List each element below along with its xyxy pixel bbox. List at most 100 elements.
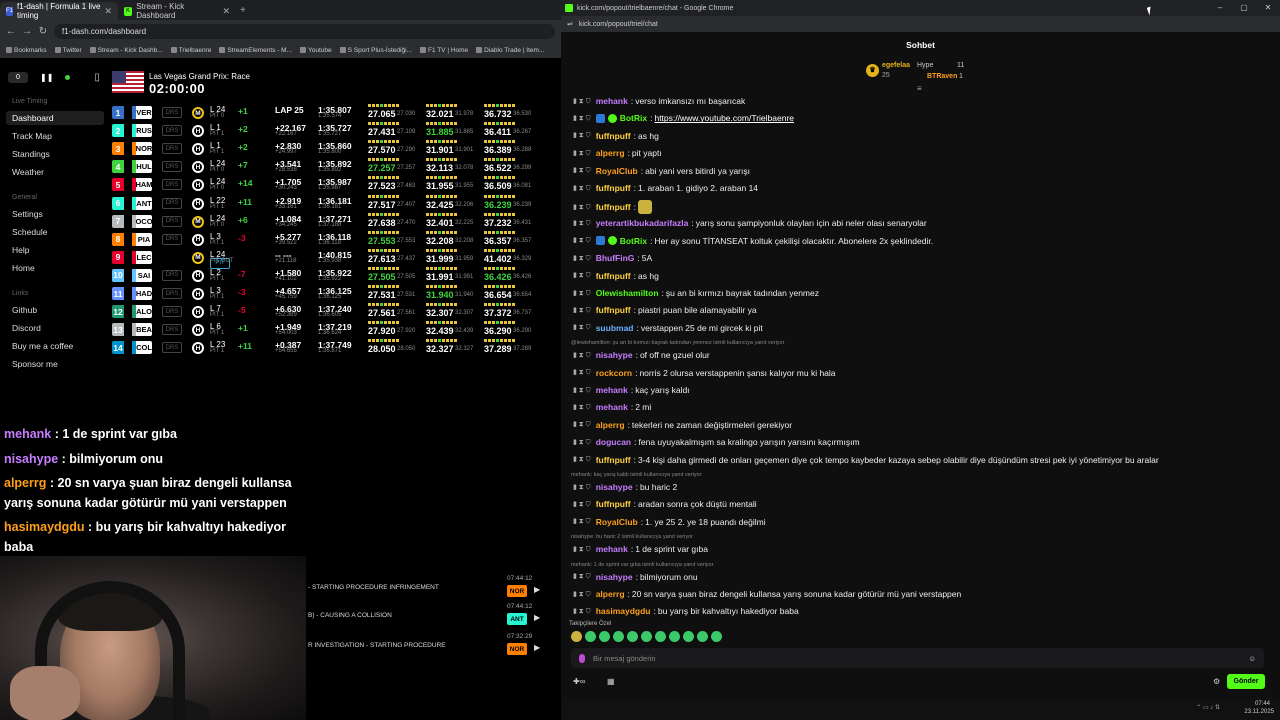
maximize-icon[interactable]: ▢ [1232,0,1256,16]
chat-username[interactable]: mehank [596,96,628,106]
chat-username[interactable]: fuffnpuff [596,183,631,193]
second-user[interactable]: BTRaven [927,73,957,80]
mod-actions-icon[interactable]: ▮ ⧗ ⛉ [573,500,591,509]
chat-message[interactable]: ▮ ⧗ ⛉ RoyalClub: abi yani vers bitirdi ya… [573,166,750,176]
sidebar-item-sponsor-me[interactable]: Sponsor me [6,357,104,371]
chat-message[interactable]: ▮ ⧗ ⛉ mehank: verso imkansızı mı başarıca… [573,96,745,106]
chat-username[interactable]: alperrg [596,589,625,599]
timing-row[interactable]: 13 BEA DRS H L 6 PIT 1 +1 +1.949 +54.003 1:37.219… [110,321,560,338]
timing-row[interactable]: 5 HAM DRS H L 24 PIT 0 +14 +1.705 +30.243 1:35.98… [110,176,560,193]
mod-actions-icon[interactable]: ▮ ⧗ ⛉ [573,323,591,332]
chat-message[interactable]: ▮ ⧗ ⛉ dogucan: fena uyuyakalmışım sa kral… [573,437,860,447]
mic-icon[interactable] [579,653,585,663]
mod-actions-icon[interactable]: ▮ ⧗ ⛉ [573,607,591,616]
chat-username[interactable]: fuffnpuff [596,271,631,281]
emote-icon[interactable] [697,631,708,642]
chat-message[interactable]: ▮ ⧗ ⛉ alperrg: 20 sn varya şuan biraz den… [573,589,961,599]
mod-actions-icon[interactable]: ▮ ⧗ ⛉ [573,131,591,140]
sidebar-toggle-icon[interactable]: ▯ [94,72,100,83]
popout-url[interactable]: kick.com/popout/triel/chat [579,21,658,28]
top-user[interactable]: egefelaa [882,62,910,69]
emote-icon[interactable] [669,631,680,642]
mod-actions-icon[interactable]: ▮ ⧗ ⛉ [573,219,591,228]
message-input[interactable]: Bir mesaj gönderin ☺ [571,648,1264,668]
back-icon[interactable]: ← [6,26,16,37]
mod-actions-icon[interactable]: ▮ ⧗ ⛉ [573,149,591,158]
chat-message[interactable]: ▮ ⧗ ⛉ BotRix: https://www.youtube.com/Tri… [573,113,794,123]
chat-username[interactable]: mehank [596,544,628,554]
chat-message[interactable]: ▮ ⧗ ⛉ BotRix: Her ay sonu TİTANSEAT koltu… [573,236,933,246]
mod-actions-icon[interactable]: ▮ ⧗ ⛉ [573,97,591,106]
chat-username[interactable]: mehank [596,402,628,412]
timing-row[interactable]: 14 COL DRS H L 23 PIT 1 +11 +0.387 +54.655 1:37.7… [110,339,560,356]
chat-username[interactable]: fuffnpuff [596,455,631,465]
timing-row[interactable]: 9 LEC PIT M L 24 PIT OUT -- --- +21.118 1:40.815… [110,248,560,269]
chat-username[interactable]: BotRix [620,236,647,246]
mod-actions-icon[interactable]: ▮ ⧗ ⛉ [573,306,591,315]
gift-icon[interactable]: ✚∞ [573,677,585,686]
mod-actions-icon[interactable]: ▮ ⧗ ⛉ [573,184,591,193]
emote-icon[interactable] [655,631,666,642]
bookmark-item[interactable]: Trielbaenre [170,47,211,54]
chat-message[interactable]: ▮ ⧗ ⛉ fuffnpuff: 3-4 kişi daha girmedi de… [573,455,1159,465]
reload-icon[interactable]: ↻ [38,26,48,37]
mod-actions-icon[interactable]: ▮ ⧗ ⛉ [573,590,591,599]
chat-message[interactable]: ▮ ⧗ ⛉ nisahype: bilmiyorum onu [573,572,698,582]
mod-actions-icon[interactable]: ▮ ⧗ ⛉ [573,517,591,526]
timing-row[interactable]: 3 NOR DRS H L 1 PIT 1 +2 +2.830 +24.997 1:35.860 1… [110,140,560,157]
close-icon[interactable]: ✕ [104,6,112,17]
bookmark-item[interactable]: Diablo Trade | Item... [476,47,544,54]
play-icon[interactable]: ▶ [534,643,540,652]
timing-row[interactable]: 2 RUS DRS H L 1 PIT 1 +2 +22.167 +22.167 1:35.727… [110,122,560,139]
chat-username[interactable]: nisahype [596,350,633,360]
close-icon[interactable]: ✕ [1256,0,1280,16]
mod-actions-icon[interactable]: ▮ ⧗ ⛉ [573,166,591,175]
chat-message[interactable]: ▮ ⧗ ⛉ RoyalClub: 1. ye 25 2. ye 18 puandı… [573,517,766,527]
chat-username[interactable]: hasimaydgdu [596,606,651,616]
chat-username[interactable]: mehank [596,385,628,395]
chat-username[interactable]: dogucan [596,437,631,447]
sidebar-item-settings[interactable]: Settings [6,207,104,221]
chat-message[interactable]: ▮ ⧗ ⛉ fuffnpuff: [573,200,652,215]
bookmark-item[interactable]: S Sport Plus-İstediği... [339,47,412,54]
mod-actions-icon[interactable]: ▮ ⧗ ⛉ [573,254,591,263]
mod-actions-icon[interactable]: ▮ ⧗ ⛉ [573,271,591,280]
chat-username[interactable]: alperrg [596,420,625,430]
new-tab-icon[interactable]: + [240,5,246,16]
chat-message[interactable]: ▮ ⧗ ⛉ fuffnpuff: aradan sonra çok düştü m… [573,499,757,509]
chat-message[interactable]: ▮ ⧗ ⛉ hasimaydgdu: bu yarış bir kahvaltıy… [573,606,799,616]
mod-actions-icon[interactable]: ▮ ⧗ ⛉ [573,386,591,395]
emote-icon[interactable] [571,631,582,642]
timing-row[interactable]: 11 HAD DRS H L 3 PIT 1 -3 +4.657 +45.759 1:36.125… [110,285,560,302]
emote-icon[interactable] [599,631,610,642]
chat-link[interactable]: https://www.youtube.com/Trielbaenre [654,113,794,123]
emote-icon[interactable] [683,631,694,642]
chat-message[interactable]: ▮ ⧗ ⛉ fuffnpuff: as hg [573,271,659,281]
bookmark-item[interactable]: Twitter [54,47,82,54]
mod-actions-icon[interactable]: ▮ ⧗ ⛉ [573,114,591,123]
timing-row[interactable]: 8 PIA DRS H L 3 PIT 1 -3 +5.277 +39.522 1:36.118 1… [110,230,560,248]
chat-message[interactable]: ▮ ⧗ ⛉ mehank: 2 mi [573,402,651,412]
mod-actions-icon[interactable]: ▮ ⧗ ⛉ [573,572,591,581]
chat-message[interactable]: ▮ ⧗ ⛉ suubmad: verstappen 25 de mi gircek… [573,323,763,333]
chat-message[interactable]: ▮ ⧗ ⛉ fuffnpuff: as hg [573,131,659,141]
mod-actions-icon[interactable]: ▮ ⧗ ⛉ [573,483,591,492]
send-button[interactable]: Gönder [1227,674,1265,689]
sidebar-item-standings[interactable]: Standings [6,147,104,161]
timing-row[interactable]: 7 OCO DRS M L 24 PIT 0 +6 +1.084 +34.245 1:37.271… [110,212,560,230]
chat-message[interactable]: ▮ ⧗ ⛉ nisahype: bu haric 2 [573,482,677,492]
mod-actions-icon[interactable]: ▮ ⧗ ⛉ [573,289,591,298]
chat-message[interactable]: ▮ ⧗ ⛉ mehank: 1 de sprint var gıba [573,544,708,554]
close-icon[interactable]: ✕ [222,6,230,17]
mod-actions-icon[interactable]: ▮ ⧗ ⛉ [573,203,591,212]
site-settings-icon[interactable]: ⇌ [567,20,573,28]
chat-username[interactable]: nisahype [596,482,633,492]
emote-icon[interactable] [627,631,638,642]
chat-message[interactable]: ▮ ⧗ ⛉ nisahype: of off ne gzuel olur [573,350,710,360]
play-icon[interactable]: ▶ [534,585,540,594]
sidebar-item-weather[interactable]: Weather [6,165,104,179]
expand-leaderboard-icon[interactable]: ≡ [917,84,922,93]
mod-actions-icon[interactable]: ▮ ⧗ ⛉ [573,368,591,377]
chat-message[interactable]: ▮ ⧗ ⛉ mehank: kaç yarış kaldı [573,385,690,395]
chat-username[interactable]: BotRix [620,113,647,123]
